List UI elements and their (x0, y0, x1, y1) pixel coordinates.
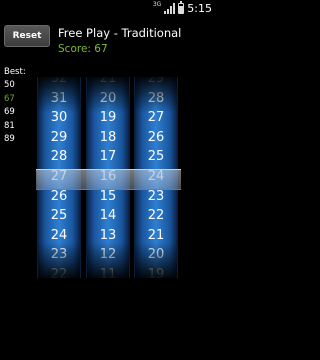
picker-value[interactable]: 26 (135, 128, 177, 148)
signal-strength-icon (164, 3, 176, 14)
picker-value[interactable]: 13 (87, 226, 129, 246)
picker-value[interactable]: 19 (87, 108, 129, 128)
picker-value[interactable]: 18 (87, 128, 129, 148)
number-picker-1[interactable]: 32 31 30 29 28 27 26 25 24 23 22 (37, 77, 81, 278)
picker-value[interactable]: 29 (135, 77, 177, 89)
best-scores-list: 50 67 69 81 89 (4, 79, 28, 147)
best-score-item: 81 (4, 120, 15, 131)
score-label: Score: 67 (58, 43, 108, 55)
picker-value[interactable]: 27 (135, 108, 177, 128)
picker-value[interactable]: 23 (135, 187, 177, 207)
picker-value[interactable]: 29 (38, 128, 80, 148)
status-bar: 3G 5:15 (0, 0, 216, 17)
picker-value[interactable]: 21 (135, 226, 177, 246)
number-picker-2[interactable]: 21 20 19 18 17 16 15 14 13 12 11 (86, 77, 130, 278)
picker-value[interactable]: 30 (38, 108, 80, 128)
picker-value[interactable]: 24 (38, 226, 80, 246)
picker-value[interactable]: 25 (135, 147, 177, 167)
picker-value[interactable]: 32 (38, 77, 80, 89)
number-picker-3[interactable]: 29 28 27 26 25 24 23 22 21 20 19 (134, 77, 178, 278)
best-score-item: 67 (4, 93, 15, 104)
picker-value[interactable]: 28 (135, 89, 177, 109)
game-title: Free Play - Traditional (58, 26, 182, 40)
best-scores-panel: Best: 50 67 69 81 89 (4, 66, 28, 147)
picker-value[interactable]: 17 (87, 147, 129, 167)
picker-value[interactable]: 25 (38, 206, 80, 226)
best-score-item: 50 (4, 80, 15, 90)
battery-icon (178, 1, 185, 14)
picker-value[interactable]: 15 (87, 187, 129, 207)
status-clock: 5:15 (187, 2, 212, 15)
best-label: Best: (4, 67, 26, 77)
picker-selected-value[interactable]: 16 (87, 167, 129, 187)
picker-value[interactable]: 21 (87, 77, 129, 89)
picker-selected-value[interactable]: 27 (38, 167, 80, 187)
picker-selected-value[interactable]: 24 (135, 167, 177, 187)
picker-value[interactable]: 26 (38, 187, 80, 207)
network-type-label: 3G (152, 1, 162, 8)
picker-value[interactable]: 14 (87, 206, 129, 226)
picker-value[interactable]: 22 (38, 265, 80, 278)
best-score-item: 69 (4, 107, 15, 117)
status-icons: 3G 5:15 (152, 1, 212, 15)
picker-value[interactable]: 12 (87, 245, 129, 265)
best-score-item: 89 (4, 134, 15, 144)
picker-value[interactable]: 20 (135, 245, 177, 265)
reset-button[interactable]: Reset (4, 25, 50, 47)
picker-value[interactable]: 28 (38, 147, 80, 167)
picker-value[interactable]: 31 (38, 89, 80, 109)
picker-value[interactable]: 19 (135, 265, 177, 278)
picker-value[interactable]: 22 (135, 206, 177, 226)
picker-value[interactable]: 20 (87, 89, 129, 109)
picker-value[interactable]: 11 (87, 265, 129, 278)
picker-value[interactable]: 23 (38, 245, 80, 265)
